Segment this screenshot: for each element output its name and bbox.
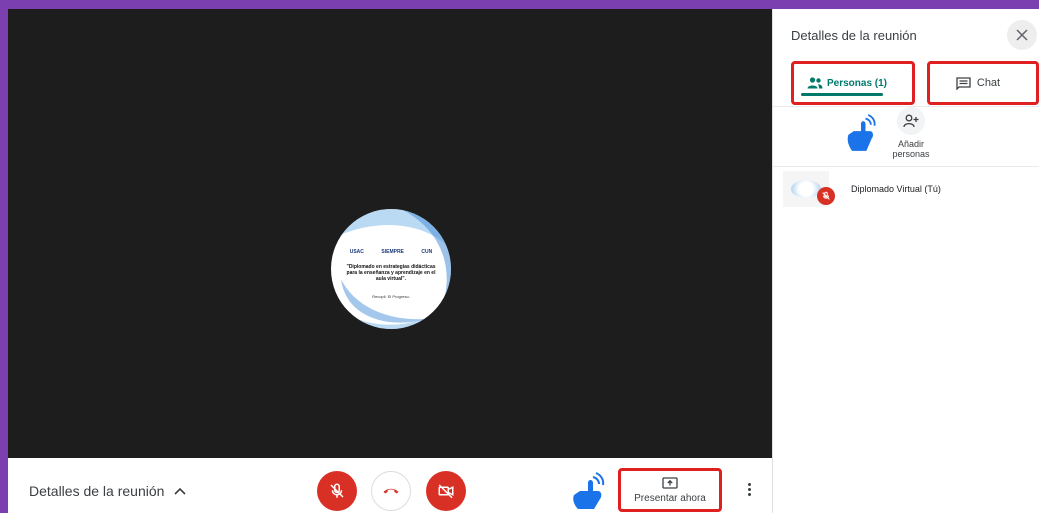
participant-avatar — [783, 171, 835, 207]
meet-window: USAC SIEMPRE CUN "Diplomado en estrategi… — [8, 9, 1039, 513]
call-end-icon — [383, 488, 399, 494]
meeting-details-toggle[interactable]: Detalles de la reunión — [29, 483, 186, 499]
close-panel-button[interactable] — [1007, 20, 1037, 50]
avatar-logo-usac: USAC — [349, 249, 364, 255]
more-options-button[interactable] — [743, 483, 755, 503]
person-add-icon — [903, 114, 919, 128]
meeting-details-panel: Detalles de la reunión Personas (1) Chat — [772, 9, 1039, 513]
list-divider — [773, 166, 1039, 167]
avatar-logo-cun: CUN — [421, 249, 433, 255]
hand-pointer-icon — [847, 114, 876, 151]
panel-title: Detalles de la reunión — [791, 28, 917, 43]
avatar-logo-mid: SIEMPRE — [381, 249, 404, 255]
mic-off-icon — [330, 483, 344, 498]
hand-pointer-icon — [573, 472, 605, 509]
mic-toggle-button[interactable] — [317, 471, 357, 511]
bottom-control-bar: Detalles de la reunión Presentar ahora — [8, 458, 772, 513]
close-icon — [1016, 29, 1028, 41]
chevron-up-icon — [174, 487, 186, 495]
highlight-chat-tab — [927, 61, 1039, 105]
add-people-button[interactable]: Añadir personas — [881, 107, 941, 159]
participant-name: Diplomado Virtual (Tú) — [851, 184, 941, 194]
end-call-button[interactable] — [371, 471, 411, 511]
highlight-present-button — [618, 468, 722, 512]
mic-off-icon — [822, 191, 830, 200]
participant-muted-badge — [817, 187, 835, 205]
videocam-off-icon — [438, 484, 454, 499]
avatar-logos: USAC SIEMPRE CUN — [331, 249, 451, 255]
camera-toggle-button[interactable] — [426, 471, 466, 511]
highlight-people-tab — [791, 61, 915, 105]
more-vert-icon — [747, 483, 751, 496]
add-people-label-line1: Añadir — [897, 139, 924, 149]
avatar-footer: Recopil. El Progreso. — [372, 294, 410, 299]
meeting-details-label: Detalles de la reunión — [29, 483, 165, 499]
participant-avatar-large: USAC SIEMPRE CUN "Diplomado en estrategi… — [331, 209, 451, 329]
avatar-title: "Diplomado en estrategias didácticas par… — [346, 264, 436, 282]
video-stage: USAC SIEMPRE CUN "Diplomado en estrategi… — [8, 9, 772, 458]
add-people-icon-wrap — [897, 107, 925, 135]
participant-row[interactable]: Diplomado Virtual (Tú) — [773, 169, 1039, 209]
add-people-label-line2: personas — [892, 149, 930, 159]
